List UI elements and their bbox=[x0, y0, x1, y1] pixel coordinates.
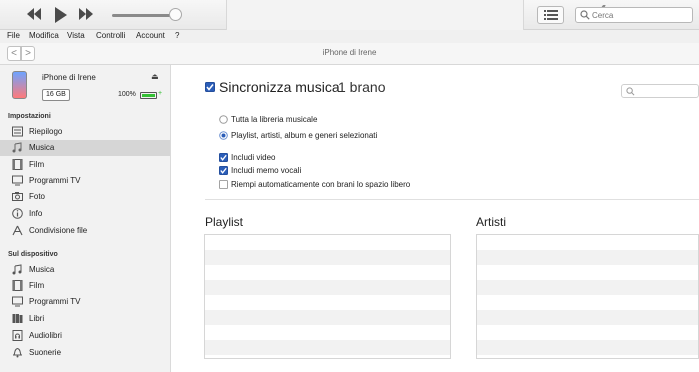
nav-bar: < > iPhone di Irene bbox=[0, 43, 699, 65]
include-video-label: Includi video bbox=[231, 153, 276, 162]
battery-percent: 100% bbox=[118, 91, 136, 98]
battery-icon bbox=[140, 92, 157, 99]
sync-song-count: 1 brano bbox=[338, 79, 386, 95]
sidebar-item-film[interactable]: Film bbox=[0, 157, 170, 173]
books-icon bbox=[12, 314, 23, 323]
list-view-button[interactable] bbox=[537, 6, 564, 24]
bell-icon bbox=[13, 347, 22, 358]
sidebar-item-label: Libri bbox=[29, 314, 45, 323]
volume-knob[interactable] bbox=[169, 8, 182, 21]
tv-icon bbox=[12, 175, 23, 186]
search-box[interactable] bbox=[575, 7, 693, 23]
sync-music-title: Sincronizza musica bbox=[219, 79, 340, 95]
sidebar-item-foto[interactable]: Foto bbox=[0, 189, 170, 205]
sidebar-item-device-programmi-tv[interactable]: Programmi TV bbox=[0, 294, 170, 310]
capacity-badge: 16 GB bbox=[42, 89, 70, 101]
film-icon bbox=[12, 280, 23, 291]
status-display bbox=[226, 0, 609, 30]
include-memo-checkbox[interactable] bbox=[219, 166, 228, 175]
sidebar-item-label: Riepilogo bbox=[29, 127, 63, 136]
section-divider bbox=[205, 199, 699, 200]
play-icon[interactable] bbox=[54, 6, 68, 23]
sidebar-item-device-film[interactable]: Film bbox=[0, 278, 170, 294]
search-icon bbox=[580, 10, 590, 20]
music-icon bbox=[12, 142, 22, 153]
artists-list[interactable] bbox=[476, 234, 699, 359]
rewind-icon[interactable] bbox=[26, 7, 42, 23]
filter-search-box[interactable] bbox=[621, 84, 699, 98]
playlist-title: Playlist bbox=[205, 215, 244, 229]
sidebar-item-label: Film bbox=[29, 160, 45, 169]
sidebar-item-label: Condivisione file bbox=[29, 226, 88, 235]
sidebar-item-musica[interactable]: Musica bbox=[0, 140, 170, 156]
autofill-label: Riempi automaticamente con brani lo spaz… bbox=[231, 180, 411, 189]
sidebar-item-label: Musica bbox=[29, 143, 55, 152]
sidebar-item-label: Info bbox=[29, 209, 43, 218]
camera-icon bbox=[12, 192, 23, 201]
sidebar-item-riepilogo[interactable]: Riepilogo bbox=[0, 124, 170, 140]
film-icon bbox=[12, 159, 23, 170]
sidebar-item-info[interactable]: Info bbox=[0, 206, 170, 222]
sidebar-item-device-audiolibri[interactable]: Audiolibri bbox=[0, 328, 170, 344]
audiobook-icon bbox=[12, 330, 23, 341]
player-bar bbox=[0, 0, 699, 30]
sidebar-item-label: Suonerie bbox=[29, 348, 62, 357]
main-panel: Sincronizza musica 1 brano Tutta la libr… bbox=[171, 65, 699, 372]
sidebar-item-label: Film bbox=[29, 281, 45, 290]
artists-title: Artisti bbox=[476, 215, 506, 229]
list-icon bbox=[544, 10, 558, 20]
iphone-icon bbox=[12, 71, 27, 99]
sidebar-item-programmi-tv[interactable]: Programmi TV bbox=[0, 173, 170, 189]
sidebar-item-label: Musica bbox=[29, 265, 55, 274]
sidebar-item-label: Programmi TV bbox=[29, 297, 81, 306]
fast-forward-icon[interactable] bbox=[78, 7, 94, 23]
device-name: iPhone di Irene bbox=[42, 73, 96, 82]
radio-all-library-label: Tutta la libreria musicale bbox=[231, 115, 318, 124]
info-icon bbox=[12, 208, 23, 219]
volume-slider[interactable] bbox=[112, 14, 174, 17]
tv-icon bbox=[12, 296, 23, 307]
music-icon bbox=[12, 264, 22, 275]
menu-controls[interactable]: Controlli bbox=[96, 31, 125, 40]
sidebar-item-condivisione-file[interactable]: Condivisione file bbox=[0, 223, 170, 239]
radio-selected-items-label: Playlist, artisti, album e generi selezi… bbox=[231, 131, 378, 140]
charging-icon: + bbox=[158, 90, 163, 97]
sidebar: iPhone di Irene ⏏ 16 GB 100% + Impostazi… bbox=[0, 65, 171, 372]
sidebar-item-device-musica[interactable]: Musica bbox=[0, 262, 170, 278]
menu-bar: File Modifica Vista Controlli Account ? bbox=[0, 30, 699, 43]
menu-view[interactable]: Vista bbox=[67, 31, 85, 40]
radio-button-on[interactable] bbox=[219, 131, 228, 140]
search-icon bbox=[626, 87, 635, 96]
section-on-device: Sul dispositivo bbox=[8, 251, 58, 258]
playlist-list[interactable] bbox=[204, 234, 451, 359]
search-input[interactable] bbox=[592, 9, 688, 21]
eject-icon[interactable]: ⏏ bbox=[151, 72, 159, 81]
section-settings: Impostazioni bbox=[8, 113, 51, 120]
menu-edit[interactable]: Modifica bbox=[29, 31, 59, 40]
summary-icon bbox=[12, 126, 23, 137]
include-memo-label: Includi memo vocali bbox=[231, 166, 302, 175]
menu-account[interactable]: Account bbox=[136, 31, 165, 40]
sidebar-item-device-libri[interactable]: Libri bbox=[0, 311, 170, 327]
itunes-window: File Modifica Vista Controlli Account ? … bbox=[0, 0, 699, 372]
apps-icon bbox=[12, 225, 23, 236]
autofill-checkbox[interactable] bbox=[219, 180, 228, 189]
sidebar-item-device-suonerie[interactable]: Suonerie bbox=[0, 345, 170, 361]
device-title: iPhone di Irene bbox=[322, 48, 377, 57]
sidebar-item-label: Foto bbox=[29, 192, 46, 201]
sync-music-checkbox[interactable] bbox=[205, 82, 215, 92]
sidebar-item-label: Audiolibri bbox=[29, 331, 62, 340]
sidebar-item-label: Programmi TV bbox=[29, 176, 81, 185]
menu-help[interactable]: ? bbox=[175, 31, 179, 40]
radio-button-off[interactable] bbox=[219, 115, 228, 124]
menu-file[interactable]: File bbox=[7, 31, 20, 40]
include-video-checkbox[interactable] bbox=[219, 153, 228, 162]
